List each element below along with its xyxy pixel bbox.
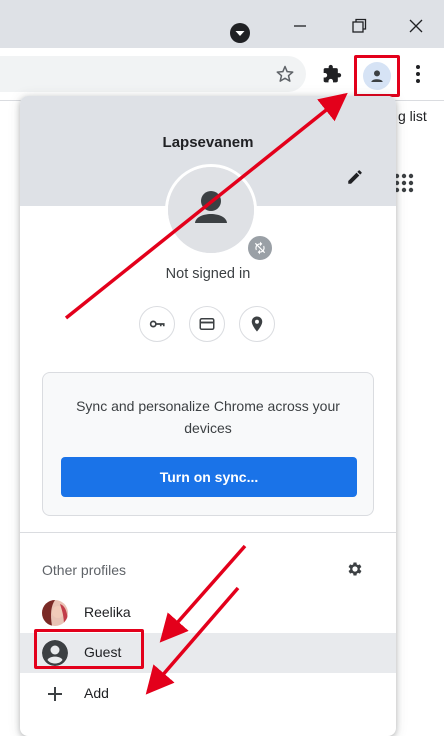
sign-in-status: Not signed in (165, 266, 251, 282)
profile-item-reelika[interactable]: Reelika (20, 593, 396, 633)
section-divider (20, 532, 396, 533)
profile-button[interactable] (354, 55, 400, 97)
profile-item-guest[interactable]: Guest (20, 629, 396, 673)
payment-card-icon[interactable] (189, 306, 225, 342)
guest-account-icon (42, 640, 68, 666)
profile-icon (363, 62, 391, 90)
close-icon[interactable] (404, 14, 428, 38)
window-title-bar (0, 0, 444, 48)
sync-promo-card: Sync and personalize Chrome across your … (42, 372, 374, 516)
browser-toolbar (0, 48, 444, 101)
profile-label: Guest (84, 644, 122, 660)
restore-icon[interactable] (347, 14, 371, 38)
gear-icon[interactable] (346, 560, 364, 578)
add-profile-label: Add (84, 685, 109, 701)
background-page-text: g list (398, 108, 427, 124)
passwords-key-icon[interactable] (139, 306, 175, 342)
avatar (165, 164, 257, 256)
profile-label: Reelika (84, 604, 131, 620)
edit-pencil-icon[interactable] (346, 168, 364, 186)
sync-promo-text: Sync and personalize Chrome across your … (76, 398, 340, 436)
menu-icon[interactable] (410, 62, 426, 86)
address-bar[interactable] (0, 56, 306, 92)
add-profile-button[interactable]: Add (20, 674, 396, 714)
profile-name: Lapsevanem (162, 134, 254, 151)
minimize-icon[interactable] (288, 14, 312, 38)
extensions-icon[interactable] (320, 62, 344, 86)
tab-search-icon[interactable] (229, 22, 251, 44)
profile-menu: Lapsevanem Not signed in Sync and person… (20, 96, 396, 736)
apps-grid-icon[interactable] (393, 172, 415, 194)
avatar (42, 600, 68, 626)
other-profiles-heading: Other profiles (42, 562, 127, 578)
addresses-pin-icon[interactable] (239, 306, 275, 342)
bookmark-star-icon[interactable] (273, 62, 297, 86)
sync-paused-icon (246, 234, 274, 262)
plus-icon (42, 681, 68, 707)
turn-on-sync-button[interactable]: Turn on sync... (61, 457, 357, 497)
